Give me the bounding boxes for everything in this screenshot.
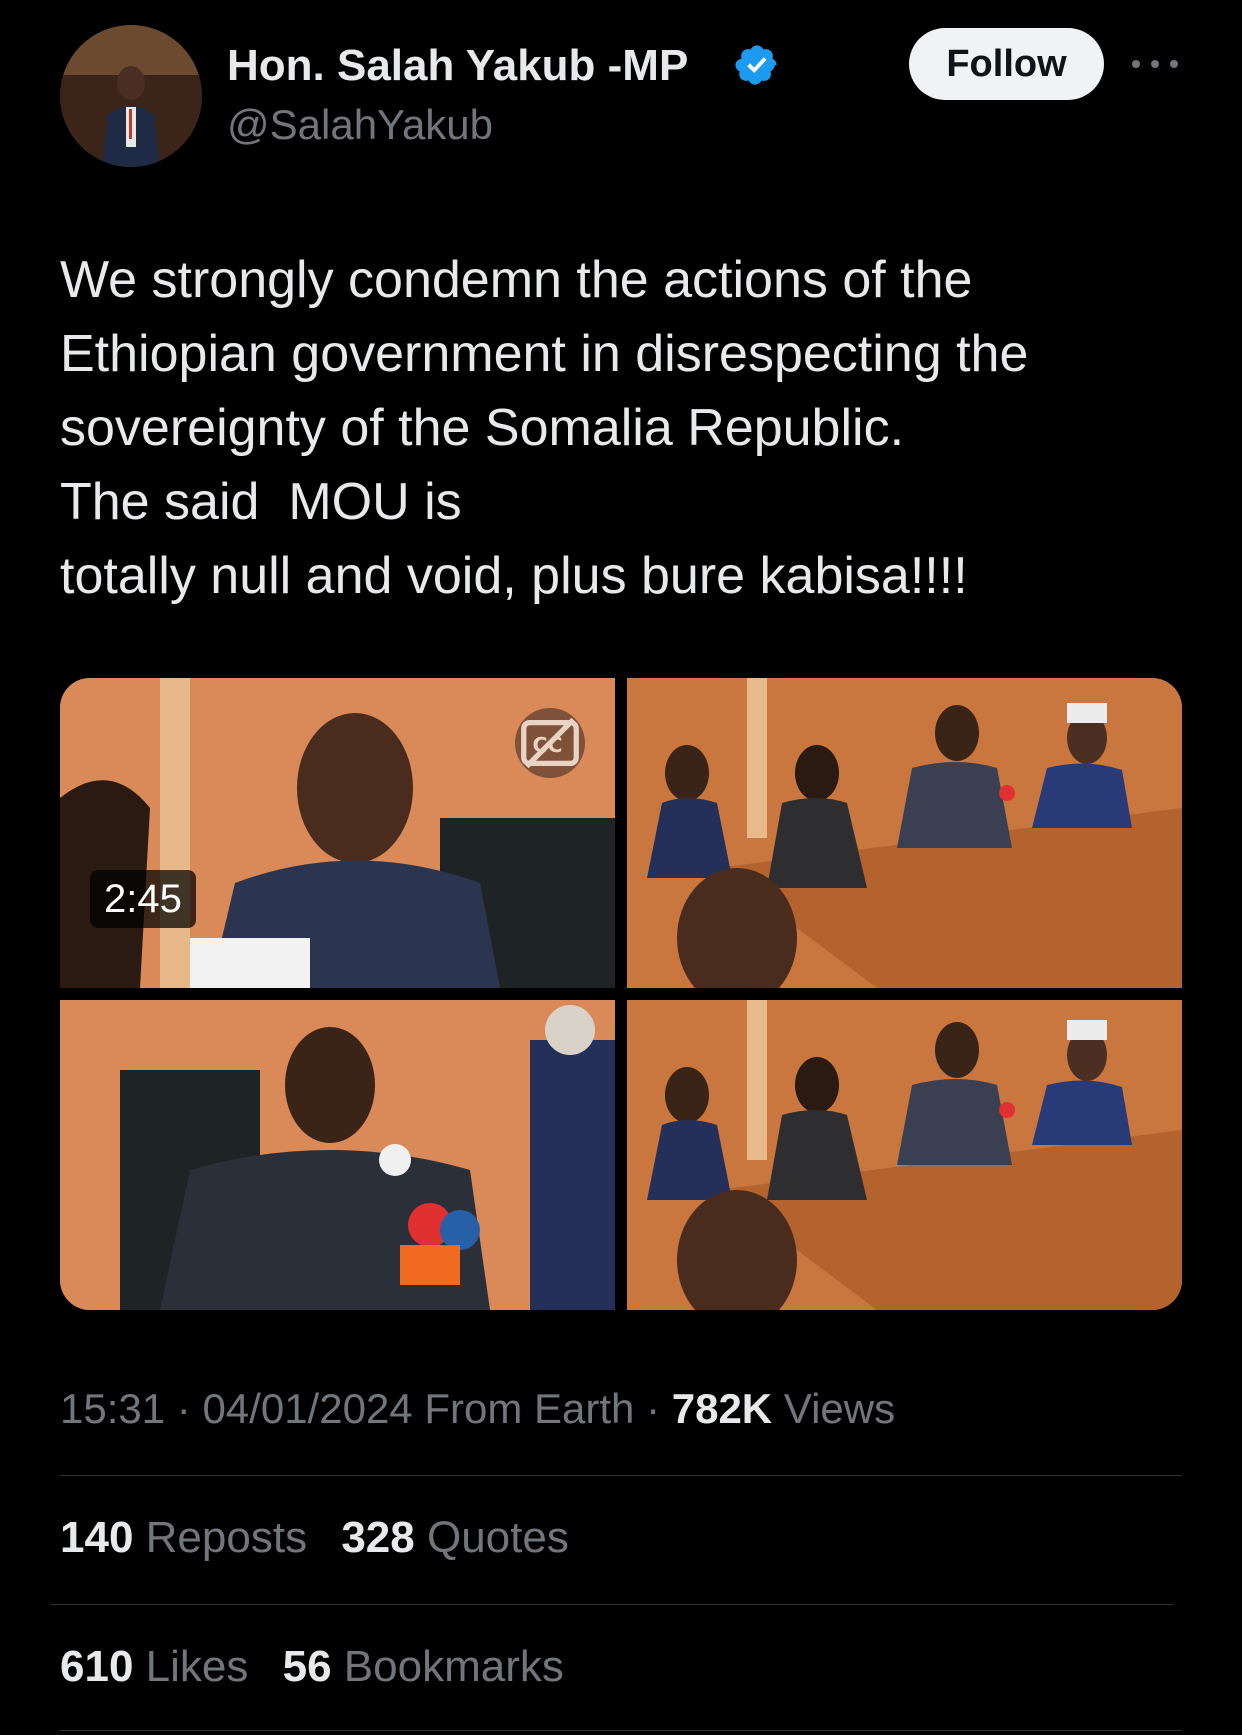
user-handle[interactable]: @SalahYakub [227,100,493,150]
reposts-count: 140 [60,1513,134,1562]
tweet-text: We strongly condemn the actions of the E… [60,251,1029,605]
speaker-closeup-photo [60,1000,615,1310]
reposts-stat[interactable]: 140 Reposts [60,1513,319,1562]
quotes-label: Quotes [426,1513,569,1562]
likes-label: Likes [145,1642,249,1691]
avatar[interactable] [60,25,202,167]
meta-separator: · [176,1385,191,1432]
avatar-photo [60,25,202,167]
views-count: 782K [671,1385,773,1432]
display-name[interactable]: Hon. Salah Yakub -MP [227,40,688,92]
verified-badge-icon [735,45,777,85]
media-grid: 2:45 CC [60,678,1182,1310]
stats-row-reposts: 140 Reposts 328 Quotes [60,1511,591,1565]
video-duration-badge: 2:45 [90,870,196,928]
quotes-stat[interactable]: 328 Quotes [341,1513,569,1562]
bookmarks-label: Bookmarks [343,1642,564,1691]
press-conference-photo [627,678,1182,988]
tweet-source: From Earth [424,1385,635,1432]
views-label: Views [783,1385,896,1432]
likes-stat[interactable]: 610 Likes [60,1642,261,1691]
captions-off-icon[interactable]: CC [515,708,585,778]
tweet-time[interactable]: 15:31 [60,1385,165,1432]
media-photo-3[interactable] [60,1000,615,1310]
meta-separator: · [646,1385,661,1432]
quotes-count: 328 [341,1513,415,1562]
media-photo-4[interactable] [627,1000,1182,1310]
follow-button[interactable]: Follow [909,28,1104,100]
more-options-icon[interactable] [1132,52,1178,76]
reposts-label: Reposts [145,1513,308,1562]
divider [60,1730,1182,1731]
media-photo-2[interactable] [627,678,1182,988]
divider [51,1604,1173,1605]
media-video-thumbnail[interactable]: 2:45 CC [60,678,615,988]
stats-row-likes: 610 Likes 56 Bookmarks [60,1640,586,1694]
likes-count: 610 [60,1642,134,1691]
divider [60,1475,1182,1476]
bookmarks-stat[interactable]: 56 Bookmarks [283,1642,564,1691]
bookmarks-count: 56 [282,1642,332,1691]
press-conference-photo [627,1000,1182,1310]
tweet-date[interactable]: 04/01/2024 [202,1385,412,1432]
tweet-meta: 15:31 · 04/01/2024 From Earth · 782K Vie… [60,1383,895,1435]
